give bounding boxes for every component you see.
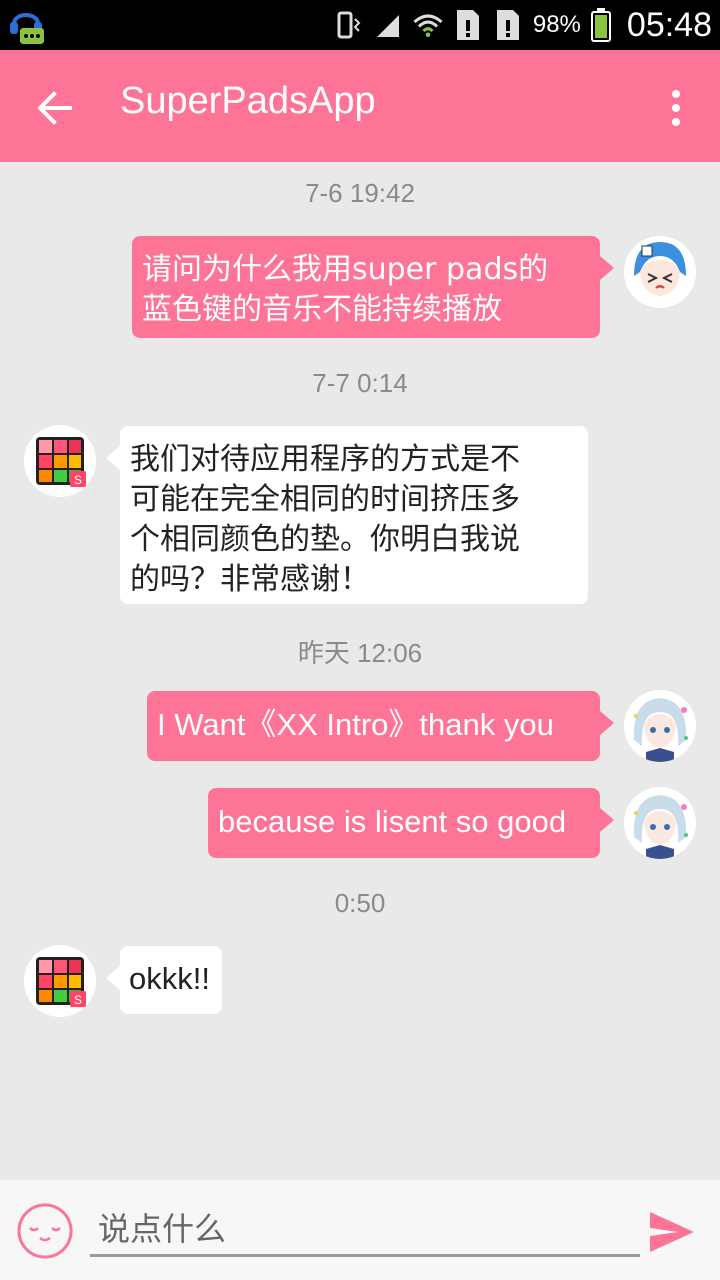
send-icon[interactable] <box>648 1210 696 1254</box>
avatar-user[interactable] <box>624 236 696 308</box>
message-input[interactable] <box>90 1204 640 1257</box>
svg-text:S: S <box>74 993 82 1007</box>
timestamp: 0:50 <box>334 888 386 918</box>
svg-text:S: S <box>74 473 82 487</box>
outgoing-message[interactable]: because is lisent so good <box>208 788 614 858</box>
message-line: I Want《XX Intro》thank you <box>157 707 554 742</box>
signal-icon <box>373 8 403 42</box>
app-bar: SuperPadsApp <box>0 50 720 162</box>
arrow-left-icon[interactable] <box>32 84 80 132</box>
vibrate-icon <box>333 8 363 42</box>
avatar-user-anime[interactable] <box>624 690 696 762</box>
message-line: 的吗？非常感谢！ <box>130 562 370 597</box>
status-bar: 98% 05:48 <box>0 0 720 50</box>
clock: 05:48 <box>626 5 712 44</box>
sim-alert-icon <box>453 8 483 42</box>
battery-icon <box>590 8 611 42</box>
wifi-icon <box>413 8 443 42</box>
timestamp: 7-6 19:42 <box>305 178 415 208</box>
emoji-face-icon[interactable] <box>16 1202 74 1260</box>
timestamp: 昨天 12:06 <box>297 638 423 668</box>
incoming-message[interactable]: okkk!! <box>106 946 222 1014</box>
incoming-message[interactable]: 我们对待应用程序的方式是不 可能在完全相同的时间挤压多 个相同颜色的垫。你明白我… <box>106 426 588 604</box>
outgoing-message[interactable]: 请问为什么我用super pads的 蓝色键的音乐不能持续播放 <box>132 236 614 338</box>
page-title: SuperPadsApp <box>120 80 376 122</box>
chat-notification-icon <box>6 4 46 46</box>
message-line: 可能在完全相同的时间挤压多 <box>130 482 520 517</box>
more-vert-icon[interactable] <box>656 84 696 132</box>
timestamp: 7-7 0:14 <box>312 368 408 398</box>
avatar-superpads[interactable]: S <box>24 945 96 1017</box>
avatar-superpads[interactable]: S <box>24 425 96 497</box>
composer-bar <box>0 1180 720 1280</box>
avatar-user-anime[interactable] <box>624 787 696 859</box>
message-line: because is lisent so good <box>218 804 567 839</box>
message-line: 我们对待应用程序的方式是不 <box>130 442 520 477</box>
battery-percent: 98% <box>532 11 581 38</box>
message-line: 蓝色键的音乐不能持续播放 <box>142 292 502 327</box>
message-line: 个相同颜色的垫。你明白我说 <box>130 522 520 557</box>
message-line: okkk!! <box>129 961 210 996</box>
message-line: 请问为什么我用super pads的 <box>142 252 549 287</box>
outgoing-message[interactable]: I Want《XX Intro》thank you <box>147 691 614 761</box>
sim-alert-icon-2 <box>493 8 523 42</box>
